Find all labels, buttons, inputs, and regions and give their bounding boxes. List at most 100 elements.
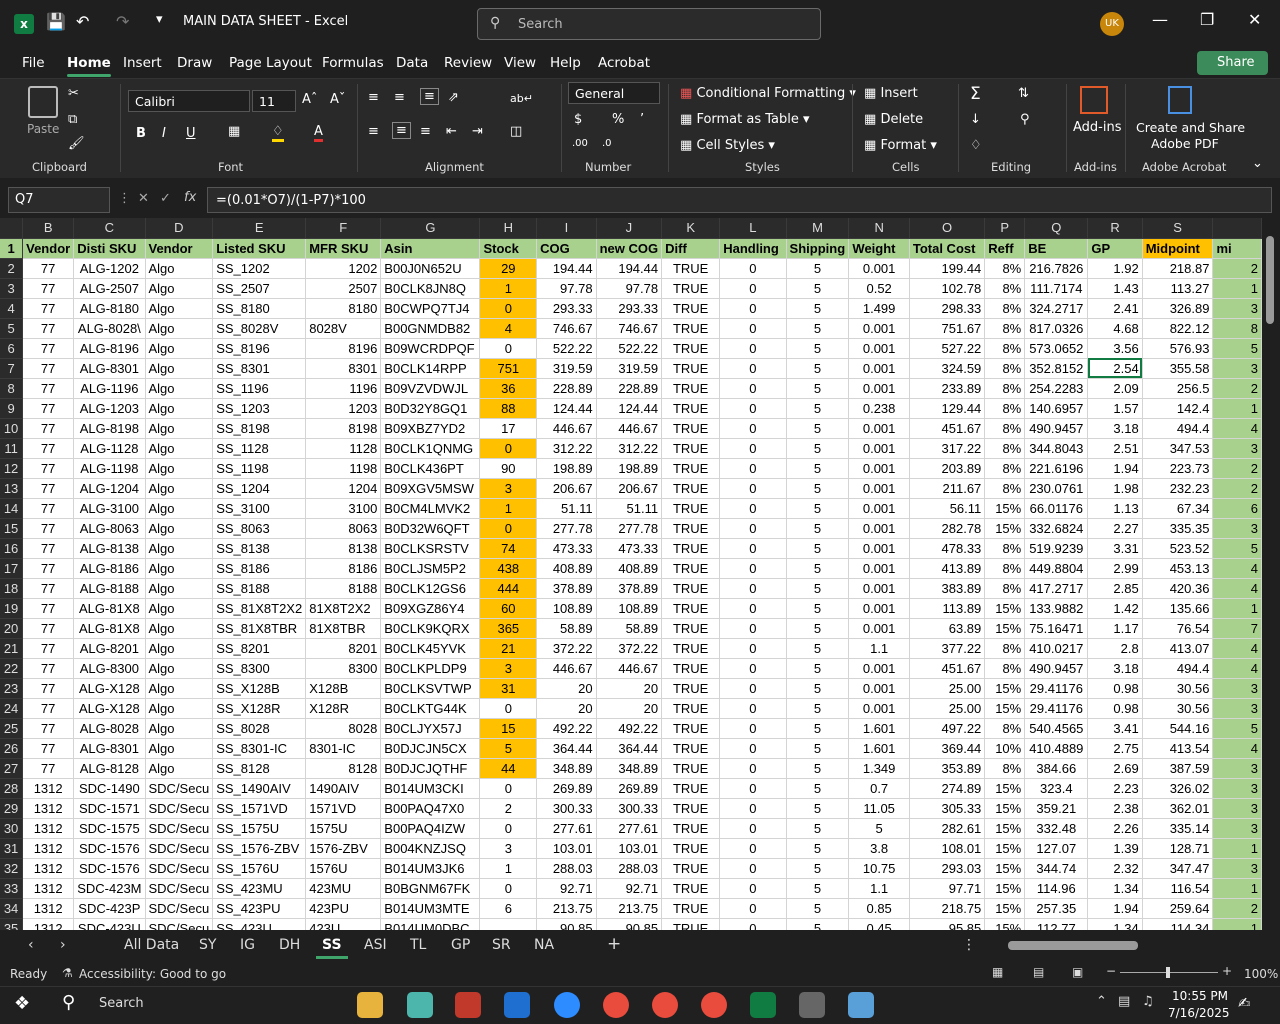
table-cell[interactable]: 97.78 <box>596 278 663 299</box>
table-cell[interactable]: B0CLKSVTWP <box>380 678 481 699</box>
table-cell[interactable]: 492.22 <box>596 718 663 739</box>
table-cell[interactable]: 124.44 <box>596 398 663 419</box>
table-cell[interactable]: 103.01 <box>596 838 663 859</box>
table-cell[interactable]: TRUE <box>661 398 721 419</box>
table-cell[interactable]: 288.03 <box>596 858 663 879</box>
table-cell[interactable] <box>479 918 538 930</box>
menu-data[interactable]: Data <box>396 55 428 71</box>
table-cell[interactable]: 29.41176 <box>1024 698 1089 719</box>
table-cell[interactable]: 364.44 <box>596 738 663 759</box>
table-cell[interactable]: SS_8063 <box>212 518 307 539</box>
row-header[interactable]: 11 <box>0 438 24 459</box>
table-cell[interactable]: 5 <box>786 398 850 419</box>
table-cell[interactable]: X128R <box>305 698 382 719</box>
table-cell[interactable]: 76.54 <box>1142 618 1214 639</box>
table-cell[interactable]: 20 <box>596 678 663 699</box>
table-cell[interactable]: 194.44 <box>536 258 597 279</box>
autosum-icon[interactable]: Σ <box>970 84 981 104</box>
table-cell[interactable]: 127.07 <box>1024 838 1089 859</box>
table-cell[interactable]: TRUE <box>661 278 721 299</box>
table-cell[interactable]: 30.56 <box>1142 678 1214 699</box>
table-cell[interactable]: 3.18 <box>1087 658 1143 679</box>
table-cell[interactable]: 2.23 <box>1087 778 1143 799</box>
table-cell[interactable]: 133.9882 <box>1024 598 1089 619</box>
table-cell[interactable]: 2507 <box>305 278 382 299</box>
table-cell[interactable]: TRUE <box>661 638 721 659</box>
table-cell[interactable]: 527.22 <box>909 338 986 359</box>
column-header[interactable]: R <box>1087 218 1143 239</box>
table-cell[interactable]: 3.18 <box>1087 418 1143 439</box>
table-cell[interactable]: 0 <box>719 658 787 679</box>
table-cell[interactable]: 0 <box>479 298 538 319</box>
table-cell[interactable]: TRUE <box>661 478 721 499</box>
table-cell[interactable]: 5 <box>786 258 850 279</box>
increase-indent-icon[interactable]: ⇥ <box>472 124 483 139</box>
table-cell[interactable]: 15% <box>984 598 1026 619</box>
table-cell[interactable]: 77 <box>22 758 75 779</box>
table-cell[interactable]: SS_8138 <box>212 538 307 559</box>
table-cell[interactable]: 77 <box>22 318 75 339</box>
table-cell[interactable]: 29.41176 <box>1024 678 1089 699</box>
table-cell[interactable]: TRUE <box>661 498 721 519</box>
table-cell[interactable]: 3 <box>479 478 538 499</box>
table-cell[interactable]: 1 <box>479 278 538 299</box>
table-cell[interactable]: 446.67 <box>536 658 597 679</box>
conditional-formatting-button[interactable]: ▦ Conditional Formatting ▾ <box>680 86 856 101</box>
table-cell[interactable]: 0 <box>719 778 787 799</box>
table-cell[interactable]: 522.22 <box>596 338 663 359</box>
table-cell[interactable]: 77 <box>22 478 75 499</box>
table-cell[interactable]: 353.89 <box>909 758 986 779</box>
table-cell[interactable]: 1.13 <box>1087 498 1143 519</box>
table-cell[interactable]: ALG-8138 <box>73 538 146 559</box>
table-cell[interactable]: 5 <box>479 738 538 759</box>
header-cell[interactable]: Midpoint <box>1142 238 1214 259</box>
table-cell[interactable]: 25.00 <box>909 678 986 699</box>
volume-icon[interactable]: ♫ <box>1142 994 1154 1009</box>
table-cell[interactable]: ALG-8063 <box>73 518 146 539</box>
table-cell[interactable]: 25.00 <box>909 698 986 719</box>
table-cell[interactable]: 103.01 <box>536 838 597 859</box>
table-cell[interactable]: 5 <box>786 458 850 479</box>
table-cell[interactable]: 0.52 <box>848 278 910 299</box>
table-cell[interactable]: 2.54 <box>1087 358 1143 379</box>
row-header[interactable]: 4 <box>0 298 24 319</box>
table-cell[interactable]: 81X8TBR <box>305 618 382 639</box>
table-cell[interactable]: 423PU <box>305 898 382 919</box>
table-cell[interactable]: 364.44 <box>536 738 597 759</box>
table-cell[interactable]: 2.99 <box>1087 558 1143 579</box>
header-cell[interactable]: Handling <box>719 238 787 259</box>
increase-decimal-icon[interactable]: .00 <box>572 138 588 149</box>
table-cell[interactable]: 0 <box>719 458 787 479</box>
table-cell[interactable]: 423MU <box>305 878 382 899</box>
table-cell[interactable]: 3 <box>1212 858 1262 879</box>
table-cell[interactable]: 8% <box>984 318 1026 339</box>
wrap-text-icon[interactable]: ab↵ <box>510 92 533 105</box>
format-painter-icon[interactable]: 🖌 <box>68 136 85 151</box>
table-cell[interactable]: 0.001 <box>848 698 910 719</box>
menu-formulas[interactable]: Formulas <box>322 55 384 71</box>
table-cell[interactable]: 15% <box>984 838 1026 859</box>
table-cell[interactable]: 0 <box>719 438 787 459</box>
excel-taskbar-icon[interactable] <box>750 992 776 1018</box>
table-cell[interactable]: TRUE <box>661 418 721 439</box>
sheet-tab-all-data[interactable]: All Data <box>124 937 179 953</box>
paste-label[interactable]: Paste <box>27 122 59 136</box>
table-cell[interactable]: 0.7 <box>848 778 910 799</box>
table-cell[interactable]: 3 <box>1212 698 1262 719</box>
row-header[interactable]: 26 <box>0 738 24 759</box>
table-cell[interactable]: B0CLK1QNMG <box>380 438 481 459</box>
close-icon[interactable]: ✕ <box>1248 10 1261 29</box>
horizontal-scroll-thumb[interactable] <box>1008 941 1138 950</box>
table-cell[interactable]: 369.44 <box>909 738 986 759</box>
menu-help[interactable]: Help <box>550 55 581 71</box>
table-cell[interactable]: 1312 <box>22 818 75 839</box>
table-cell[interactable]: 383.89 <box>909 578 986 599</box>
table-cell[interactable]: B014UM3CKI <box>380 778 481 799</box>
table-cell[interactable]: 5 <box>786 418 850 439</box>
table-cell[interactable]: 0.001 <box>848 418 910 439</box>
table-cell[interactable]: 97.78 <box>536 278 597 299</box>
percent-icon[interactable]: % <box>612 112 624 127</box>
table-cell[interactable]: Algo <box>145 318 214 339</box>
table-cell[interactable]: 2.38 <box>1087 798 1143 819</box>
table-cell[interactable]: SS_423PU <box>212 898 307 919</box>
